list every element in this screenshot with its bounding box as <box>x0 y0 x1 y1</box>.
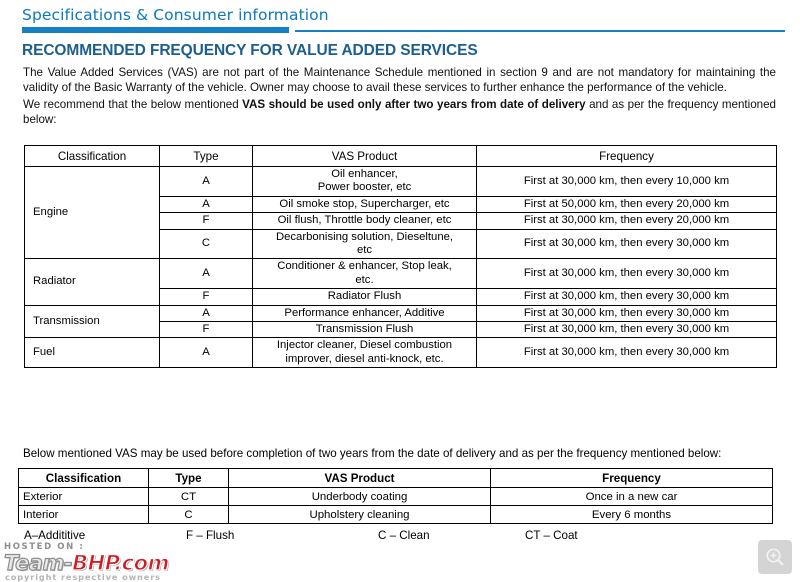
column-header-frequency: Frequency <box>476 145 777 167</box>
watermark-logo-team: Team- <box>3 550 73 575</box>
watermark-copyright: copyright respective owners <box>5 572 161 582</box>
recommendation-paragraph: We recommend that the below mentioned VA… <box>23 97 776 127</box>
cell-vas-product: Performance enhancer, Additive <box>252 304 477 323</box>
running-header-title: Specifications & Consumer information <box>22 6 329 24</box>
magnifier-plus-icon <box>766 548 784 566</box>
cell-vas-product: Oil enhancer, Power booster, etc <box>252 166 477 197</box>
vas-main-table: Classification Type VAS Product Frequenc… <box>24 145 777 369</box>
cell-vas-product: Upholstery cleaning <box>228 505 491 524</box>
cell-type: A <box>159 258 253 290</box>
cell-type: C <box>148 505 229 524</box>
cell-frequency: First at 30,000 km, then every 30,000 km <box>476 337 777 369</box>
table-row: Engine A Oil enhancer, Power booster, etc Fi… <box>24 165 777 260</box>
cell-type: F <box>159 288 253 306</box>
cell-frequency: Every 6 months <box>490 505 773 524</box>
cell-type: A <box>159 195 253 214</box>
column-header-type: Type <box>159 145 253 167</box>
cell-classification: Exterior <box>18 487 149 506</box>
mid-note-paragraph: Below mentioned VAS may be used before c… <box>23 446 722 460</box>
table-row: Radiator A Conditioner & enhancer, Stop le… <box>24 258 777 306</box>
column-header-type: Type <box>148 468 229 488</box>
column-header-vas-product: VAS Product <box>252 145 477 167</box>
cell-frequency: First at 30,000 km, then every 30,000 km <box>476 288 777 306</box>
cell-vas-product: Underbody coating <box>228 487 491 506</box>
cell-type: F <box>159 321 253 339</box>
cell-vas-product: Conditioner & enhancer, Stop leak, etc. <box>252 258 477 290</box>
cell-vas-product: Radiator Flush <box>252 288 477 306</box>
cell-vas-product: Injector cleaner, Diesel combustion impro… <box>252 337 477 369</box>
cell-classification: Engine <box>24 165 160 260</box>
cell-type: A <box>159 166 253 197</box>
cell-type: CT <box>148 487 229 506</box>
cell-vas-product: Oil flush, Throttle body cleaner, etc <box>252 212 477 230</box>
column-header-classification: Classification <box>18 468 149 488</box>
cell-type: F <box>159 212 253 230</box>
cell-type: C <box>159 228 253 260</box>
cell-frequency: First at 50,000 km, then every 20,000 km <box>476 195 777 214</box>
table-header-row: Classification Type VAS Product Frequenc… <box>24 145 777 167</box>
cell-frequency: First at 30,000 km, then every 30,000 km <box>476 321 777 339</box>
cell-vas-product: Transmission Flush <box>252 321 477 339</box>
cell-frequency: First at 30,000 km, then every 30,000 km <box>476 228 777 260</box>
page-running-header: Specifications & Consumer information <box>0 0 800 38</box>
table-row: Exterior CT Underbody coating Once in a new… <box>18 487 773 506</box>
header-rule-thin <box>295 30 785 32</box>
table-row: Transmission A Performance enhancer, Addit… <box>24 304 777 339</box>
cell-classification: Radiator <box>24 258 160 306</box>
header-rule-thick <box>22 27 289 33</box>
recommendation-prefix: We recommend that the below mentioned <box>23 98 243 112</box>
cell-type: A <box>159 304 253 323</box>
intro-paragraph: The Value Added Services (VAS) are not p… <box>23 66 776 95</box>
column-header-vas-product: VAS Product <box>228 468 491 488</box>
cell-frequency: First at 30,000 km, then every 20,000 km <box>476 212 777 230</box>
table-header-row: Classification Type VAS Product Frequenc… <box>18 468 773 488</box>
cell-vas-product: Decarbonising solution, Dieseltune, etc <box>252 228 477 260</box>
legend-item-coat: CT – Coat <box>525 529 578 542</box>
legend-item-flush: F – Flush <box>186 529 235 542</box>
cell-classification: Transmission <box>24 304 160 339</box>
section-heading: RECOMMENDED FREQUENCY FOR VALUE ADDED SE… <box>22 42 478 59</box>
watermark-logo: Team-BHP.com <box>3 550 170 575</box>
cell-classification: Interior <box>18 505 149 524</box>
cell-frequency: First at 30,000 km, then every 30,000 km <box>476 258 777 290</box>
table-row: Interior C Upholstery cleaning Every 6 mont… <box>18 505 773 524</box>
cell-type: A <box>159 337 253 369</box>
watermark-logo-bhp: BHP.com <box>72 550 170 575</box>
column-header-frequency: Frequency <box>490 468 773 488</box>
cell-vas-product: Oil smoke stop, Supercharger, etc <box>252 195 477 214</box>
site-watermark: HOSTED ON : Team-BHP.com copyright respe… <box>2 542 292 582</box>
legend-item-clean: C – Clean <box>378 529 430 542</box>
type-legend: A–Addititive F – Flush C – Clean CT – Co… <box>0 529 800 545</box>
zoom-in-button[interactable] <box>758 540 792 574</box>
cell-frequency: Once in a new car <box>490 487 773 506</box>
legend-item-additive: A–Addititive <box>24 529 86 542</box>
cell-frequency: First at 30,000 km, then every 30,000 km <box>476 304 777 323</box>
table-row: Fuel A Injector cleaner, Diesel combustion… <box>24 337 777 369</box>
document-content: RECOMMENDED FREQUENCY FOR VALUE ADDED SE… <box>0 42 800 127</box>
vas-secondary-table: Classification Type VAS Product Frequenc… <box>18 468 773 524</box>
cell-frequency: First at 30,000 km, then every 10,000 km <box>476 166 777 197</box>
cell-classification: Fuel <box>24 337 160 369</box>
column-header-classification: Classification <box>24 145 160 167</box>
recommendation-emphasis: VAS should be used only after two years … <box>242 98 586 112</box>
